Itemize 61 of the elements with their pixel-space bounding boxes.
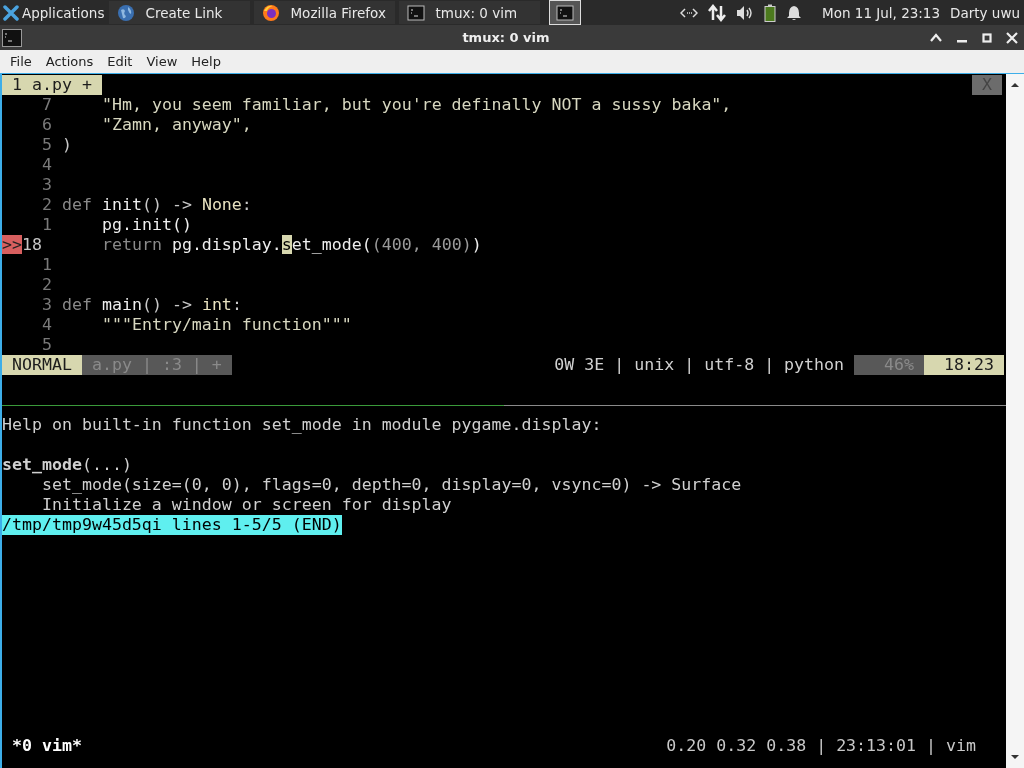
- code-line: """Entry/main function""": [100, 315, 352, 335]
- cursor-position: 18:23: [924, 355, 1004, 375]
- code-line: "Zamn, anyway",: [100, 115, 252, 135]
- terminal-icon: [407, 3, 426, 22]
- taskbar-button[interactable]: Mozilla Firefox: [253, 0, 397, 25]
- taskbar-button[interactable]: Create Link: [108, 0, 252, 25]
- file-format-info: 0W 3E | unix | utf-8 | python: [554, 355, 846, 375]
- line-number: 5: [41, 135, 52, 155]
- window-title: tmux: 0 vim: [461, 30, 551, 45]
- code-line: def init() -> None:: [62, 195, 252, 215]
- volume-icon[interactable]: [736, 4, 755, 21]
- line-number: 3: [41, 295, 52, 315]
- scrollbar[interactable]: [1006, 74, 1024, 768]
- buffer-tab[interactable]: 1 a.py +: [2, 75, 102, 95]
- help-text: Help on built-in function set_mode in module pygame.display:: [2, 415, 602, 435]
- pager-status: /tmp/tmp9w45d5qi lines 1-5/5 (END): [2, 515, 342, 535]
- line-number: 3: [41, 175, 52, 195]
- xfce-logo-icon[interactable]: [3, 4, 19, 21]
- battery-icon[interactable]: [764, 3, 777, 22]
- tmux-window-name[interactable]: *0 vim*: [12, 736, 82, 756]
- bell-icon[interactable]: [786, 4, 803, 21]
- menu-item[interactable]: Help: [185, 54, 227, 69]
- code-line: return pg.display.set_mode((400, 400)): [100, 235, 482, 255]
- menu-item[interactable]: File: [4, 54, 38, 69]
- terminal-icon: [2, 28, 22, 47]
- line-number: 7: [41, 95, 52, 115]
- menu-item[interactable]: Actions: [39, 54, 100, 69]
- line-number: 5: [41, 335, 52, 355]
- help-text: set_mode(size=(0, 0), flags=0, depth=0, display=0, vsync=0) -> Surface: [40, 475, 742, 495]
- line-number: 6: [41, 115, 52, 135]
- chevron-up-icon[interactable]: [930, 32, 942, 43]
- line-number: 18: [22, 235, 43, 255]
- help-text: Initialize a window or screen for display: [40, 495, 452, 515]
- network-icon[interactable]: [680, 5, 699, 20]
- line-number: 2: [41, 275, 52, 295]
- sign-marker: >>: [2, 235, 22, 254]
- menu-item[interactable]: Edit: [101, 54, 139, 69]
- line-number: 4: [41, 155, 52, 175]
- firefox-icon: [262, 3, 281, 22]
- user-name[interactable]: Darty uwu: [950, 4, 1020, 21]
- code-line: ): [62, 135, 72, 155]
- code-line: pg.init(): [100, 215, 192, 235]
- taskbar-button[interactable]: [549, 0, 582, 25]
- transfer-arrows-icon[interactable]: [708, 3, 727, 22]
- line-number: 4: [41, 315, 52, 335]
- line-number: 2: [41, 195, 52, 215]
- mode-indicator: NORMAL: [2, 355, 82, 375]
- code-line: def main() -> int:: [62, 295, 242, 315]
- globe-icon: [117, 3, 136, 22]
- maximize-icon[interactable]: [982, 32, 992, 43]
- terminal-icon: [556, 3, 575, 22]
- close-icon[interactable]: [1006, 31, 1018, 44]
- menu-item[interactable]: View: [140, 54, 184, 69]
- help-text: set_mode(...): [2, 455, 132, 475]
- line-number: 1: [41, 215, 52, 235]
- line-number: 1: [41, 255, 52, 275]
- clock[interactable]: Mon 11 Jul, 23:13: [822, 4, 941, 21]
- code-line: "Hm, you seem familiar, but you're definally NOT a sussy baka",: [100, 95, 732, 115]
- taskbar-button[interactable]: tmux: 0 vim: [398, 0, 542, 25]
- tmux-status-info: 0.20 0.32 0.38 | 23:13:01 | vim: [666, 736, 976, 756]
- applications-menu[interactable]: Applications: [22, 4, 105, 21]
